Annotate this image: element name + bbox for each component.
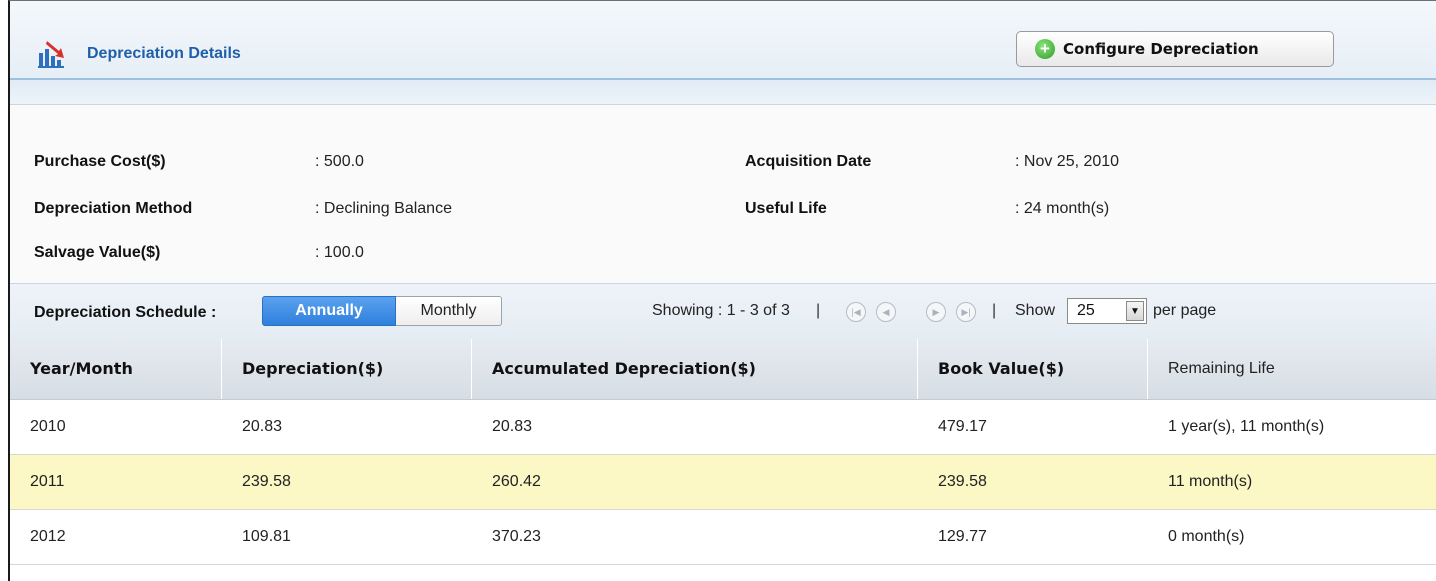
cell-year: 2010 (30, 418, 66, 435)
cell-remaining-life: 0 month(s) (1168, 528, 1245, 545)
acquisition-date-label: Acquisition Date (745, 153, 872, 170)
configure-depreciation-label: Configure Depreciation (1063, 40, 1259, 58)
chevron-down-icon: ▼ (1126, 301, 1144, 321)
cell-book-value: 479.17 (938, 418, 987, 435)
depreciation-table: Year/Month Depreciation($) Accumulated D… (10, 339, 1436, 565)
cell-book-value: 129.77 (938, 528, 987, 545)
cell-depreciation: 20.83 (242, 418, 283, 435)
cell-year: 2011 (30, 473, 65, 490)
column-header-depreciation[interactable]: Depreciation($) (222, 339, 472, 399)
cell-depreciation: 109.81 (242, 528, 291, 545)
salvage-value-value: : 100.0 (315, 244, 364, 261)
next-page-icon[interactable]: ▶ (926, 302, 946, 322)
header-sub-band (10, 80, 1436, 105)
table-row: 2012 109.81 370.23 129.77 0 month(s) (10, 510, 1436, 565)
plus-circle-icon: + (1035, 39, 1055, 59)
acquisition-date-value: : Nov 25, 2010 (1015, 153, 1120, 170)
salvage-value-label: Salvage Value($) (34, 244, 161, 261)
cell-accumulated-depreciation: 370.23 (492, 528, 541, 545)
column-header-accumulated-depreciation[interactable]: Accumulated Depreciation($) (472, 339, 918, 399)
prev-page-icon[interactable]: ◀ (876, 302, 896, 322)
purchase-cost-label: Purchase Cost($) (34, 153, 166, 170)
panel-header: Depreciation Details + Configure Depreci… (10, 1, 1436, 79)
first-page-icon[interactable]: |◀ (846, 302, 866, 322)
monthly-button[interactable]: Monthly (396, 296, 502, 326)
column-header-book-value[interactable]: Book Value($) (918, 339, 1148, 399)
useful-life-value: : 24 month(s) (1015, 200, 1110, 217)
configure-depreciation-button[interactable]: + Configure Depreciation (1016, 31, 1334, 67)
cell-depreciation: 239.58 (242, 473, 291, 490)
last-page-icon[interactable]: ▶| (956, 302, 976, 322)
column-header-year-month[interactable]: Year/Month (10, 339, 222, 399)
cell-remaining-life: 11 month(s) (1168, 473, 1253, 490)
cell-accumulated-depreciation: 20.83 (492, 418, 533, 435)
asset-details: Purchase Cost($) : 500.0 Depreciation Me… (10, 105, 1436, 283)
show-label: Show (1015, 302, 1056, 319)
cell-year: 2012 (30, 528, 66, 545)
depreciation-method-label: Depreciation Method (34, 200, 193, 217)
useful-life-label: Useful Life (745, 200, 827, 217)
table-row: 2010 20.83 20.83 479.17 1 year(s), 11 mo… (10, 400, 1436, 455)
page-title: Depreciation Details (87, 45, 241, 62)
cell-remaining-life: 1 year(s), 11 month(s) (1168, 418, 1325, 435)
per-page-label: per page (1153, 302, 1217, 319)
column-header-remaining-life: Remaining Life (1148, 339, 1436, 399)
per-page-select[interactable]: 25 ▼ (1067, 298, 1147, 324)
depreciation-method-value: : Declining Balance (315, 200, 452, 217)
pagination-separator-2: | (992, 302, 997, 319)
pagination-separator: | (816, 302, 821, 319)
pagination-showing: Showing : 1 - 3 of 3 (652, 302, 790, 319)
depreciation-panel: Depreciation Details + Configure Depreci… (8, 0, 1436, 581)
annually-button[interactable]: Annually (262, 296, 396, 326)
schedule-label: Depreciation Schedule : (34, 304, 217, 321)
depreciation-chart-icon (38, 41, 64, 68)
table-header: Year/Month Depreciation($) Accumulated D… (10, 339, 1436, 400)
cell-accumulated-depreciation: 260.42 (492, 473, 541, 490)
per-page-value: 25 (1077, 302, 1095, 319)
purchase-cost-value: : 500.0 (315, 153, 364, 170)
schedule-toolbar: Depreciation Schedule : Annually Monthly… (10, 283, 1436, 340)
cell-book-value: 239.58 (938, 473, 987, 490)
table-row-highlighted: 2011 239.58 260.42 239.58 11 month(s) (10, 455, 1436, 510)
